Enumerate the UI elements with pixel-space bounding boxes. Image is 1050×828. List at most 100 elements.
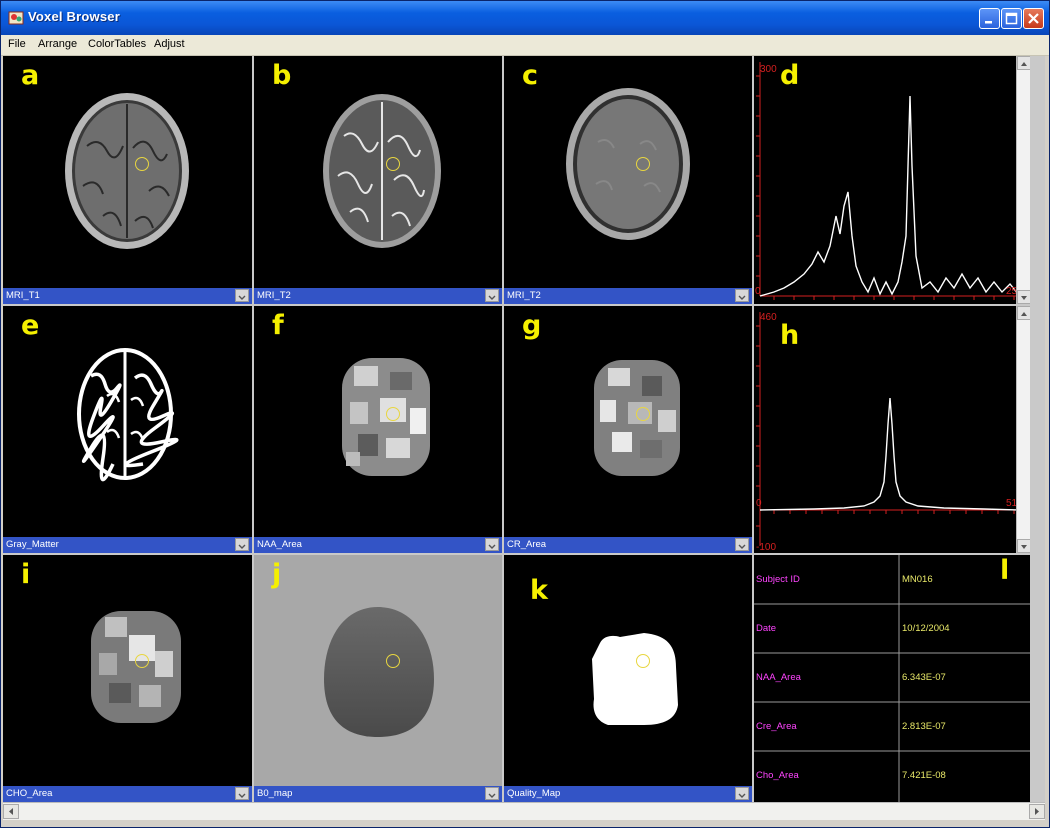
voxel-info-table: Subject ID MN016 Date 10/12/2004 NAA_Are… — [754, 555, 1030, 802]
panel-map-label: CR_Area — [507, 539, 547, 550]
panel-a-mri-t1[interactable]: a MRI_T1 — [3, 56, 252, 304]
voxel-browser-window: Voxel Browser File Arrange ColorTables A… — [0, 0, 1050, 828]
panel-footer: B0_map — [254, 786, 502, 802]
map-select-dropdown[interactable] — [735, 538, 749, 551]
panel-letter: e — [21, 310, 40, 341]
panel-footer: MRI_T2 — [504, 288, 752, 304]
map-select-dropdown[interactable] — [485, 787, 499, 800]
scroll-right-button[interactable] — [1029, 804, 1045, 819]
info-value-date: 10/12/2004 — [902, 623, 950, 634]
panel-letter: l — [1000, 555, 1010, 586]
info-key-subject-id: Subject ID — [756, 574, 800, 585]
panel-map-label: B0_map — [257, 788, 293, 799]
scroll-down-button[interactable] — [1017, 539, 1030, 553]
chevron-down-icon — [488, 793, 496, 798]
spectrum-plot-d: 300 0 256 — [755, 62, 1023, 300]
spectrum-h-scrollbar[interactable] — [1016, 306, 1030, 553]
chevron-down-icon — [738, 295, 746, 300]
panel-map-label: MRI_T1 — [6, 290, 40, 301]
map-select-dropdown[interactable] — [735, 289, 749, 302]
voxel-marker — [636, 654, 650, 668]
panel-c-mri-t2[interactable]: c MRI_T2 — [504, 56, 752, 304]
info-value-cho-area: 7.421E-08 — [902, 770, 946, 781]
panel-map-label: CHO_Area — [6, 788, 53, 799]
voxel-marker — [135, 157, 149, 171]
voxel-marker — [386, 654, 400, 668]
minimize-button[interactable] — [979, 8, 1000, 29]
voxel-marker — [636, 407, 650, 421]
panel-letter: a — [21, 60, 40, 91]
info-value-cre-area: 2.813E-07 — [902, 721, 946, 732]
close-button[interactable] — [1023, 8, 1044, 29]
spectrum-h-ymax: 460 — [760, 312, 777, 323]
panel-f-naa-area[interactable]: f NAA_Area — [254, 306, 502, 553]
panel-g-cr-area[interactable]: g CR_Area — [504, 306, 752, 553]
spectrum-d-ymax: 300 — [760, 64, 777, 75]
info-key-cho-area: Cho_Area — [756, 770, 799, 781]
scroll-up-button[interactable] — [1017, 56, 1030, 70]
mri-t1-image — [65, 93, 189, 249]
naa-area-map — [342, 358, 430, 476]
mri-t2-flair-image — [566, 88, 690, 240]
menu-bar: File Arrange ColorTables Adjust — [1, 35, 1049, 56]
panel-letter: b — [272, 60, 292, 91]
map-select-dropdown[interactable] — [235, 289, 249, 302]
panel-i-cho-area[interactable]: i CHO_Area — [3, 555, 252, 802]
panel-map-label: MRI_T2 — [507, 290, 541, 301]
panel-letter: f — [272, 310, 284, 341]
panel-footer: NAA_Area — [254, 537, 502, 553]
spectrum-d-ymin: 0 — [755, 286, 761, 297]
voxel-marker — [636, 157, 650, 171]
voxel-marker — [135, 654, 149, 668]
panel-letter: d — [780, 60, 800, 91]
panel-e-gray-matter[interactable]: e Gray_Matter — [3, 306, 252, 553]
menu-arrange[interactable]: Arrange — [38, 38, 77, 50]
panel-letter: c — [522, 60, 539, 91]
arrow-up-icon — [1021, 312, 1027, 316]
spectrum-h-ymin: -100 — [756, 542, 776, 553]
minimize-icon — [985, 21, 992, 24]
menu-file[interactable]: File — [8, 38, 26, 50]
panel-footer: CR_Area — [504, 537, 752, 553]
panel-footer: MRI_T1 — [3, 288, 252, 304]
panel-grid: a MRI_T1 b MRI_T2 c MRI_T2 300 0 256 d e… — [3, 56, 1045, 802]
map-select-dropdown[interactable] — [735, 787, 749, 800]
cho-area-map — [91, 611, 181, 723]
spectrum-h-zero: 0 — [756, 498, 762, 509]
panel-h-spectrum[interactable]: 460 0 512 -100 h — [754, 306, 1030, 553]
panel-d-spectrum[interactable]: 300 0 256 d — [754, 56, 1030, 304]
spectrum-d-scrollbar[interactable] — [1016, 56, 1030, 304]
panel-b-mri-t2[interactable]: b MRI_T2 — [254, 56, 502, 304]
arrow-up-icon — [1021, 62, 1027, 66]
panel-map-label: Gray_Matter — [6, 539, 59, 550]
info-key-date: Date — [756, 623, 777, 634]
panel-k-quality-map[interactable]: k Quality_Map — [504, 555, 752, 802]
panel-map-label: Quality_Map — [507, 788, 561, 799]
scroll-up-button[interactable] — [1017, 306, 1030, 320]
menu-adjust[interactable]: Adjust — [154, 38, 185, 50]
scroll-left-button[interactable] — [3, 804, 19, 819]
map-select-dropdown[interactable] — [235, 787, 249, 800]
panel-map-label: NAA_Area — [257, 539, 302, 550]
panel-footer: CHO_Area — [3, 786, 252, 802]
app-icon — [8, 11, 24, 25]
title-bar[interactable]: Voxel Browser — [1, 1, 1049, 35]
map-select-dropdown[interactable] — [485, 538, 499, 551]
map-select-dropdown[interactable] — [485, 289, 499, 302]
panel-footer: MRI_T2 — [254, 288, 502, 304]
chevron-down-icon — [488, 295, 496, 300]
horizontal-scrollbar[interactable] — [3, 802, 1045, 820]
info-key-naa-area: NAA_Area — [756, 672, 801, 683]
maximize-button[interactable] — [1001, 8, 1022, 29]
panel-j-b0-map[interactable]: j B0_map — [254, 555, 502, 802]
map-select-dropdown[interactable] — [235, 538, 249, 551]
b0-field-map — [324, 607, 434, 737]
menu-colortables[interactable]: ColorTables — [88, 38, 146, 50]
panel-footer: Quality_Map — [504, 786, 752, 802]
scroll-down-button[interactable] — [1017, 290, 1030, 304]
panel-letter: k — [530, 575, 548, 606]
panel-letter: j — [272, 559, 282, 590]
panel-letter: i — [21, 559, 31, 590]
voxel-marker — [386, 407, 400, 421]
panel-letter: h — [780, 320, 800, 351]
